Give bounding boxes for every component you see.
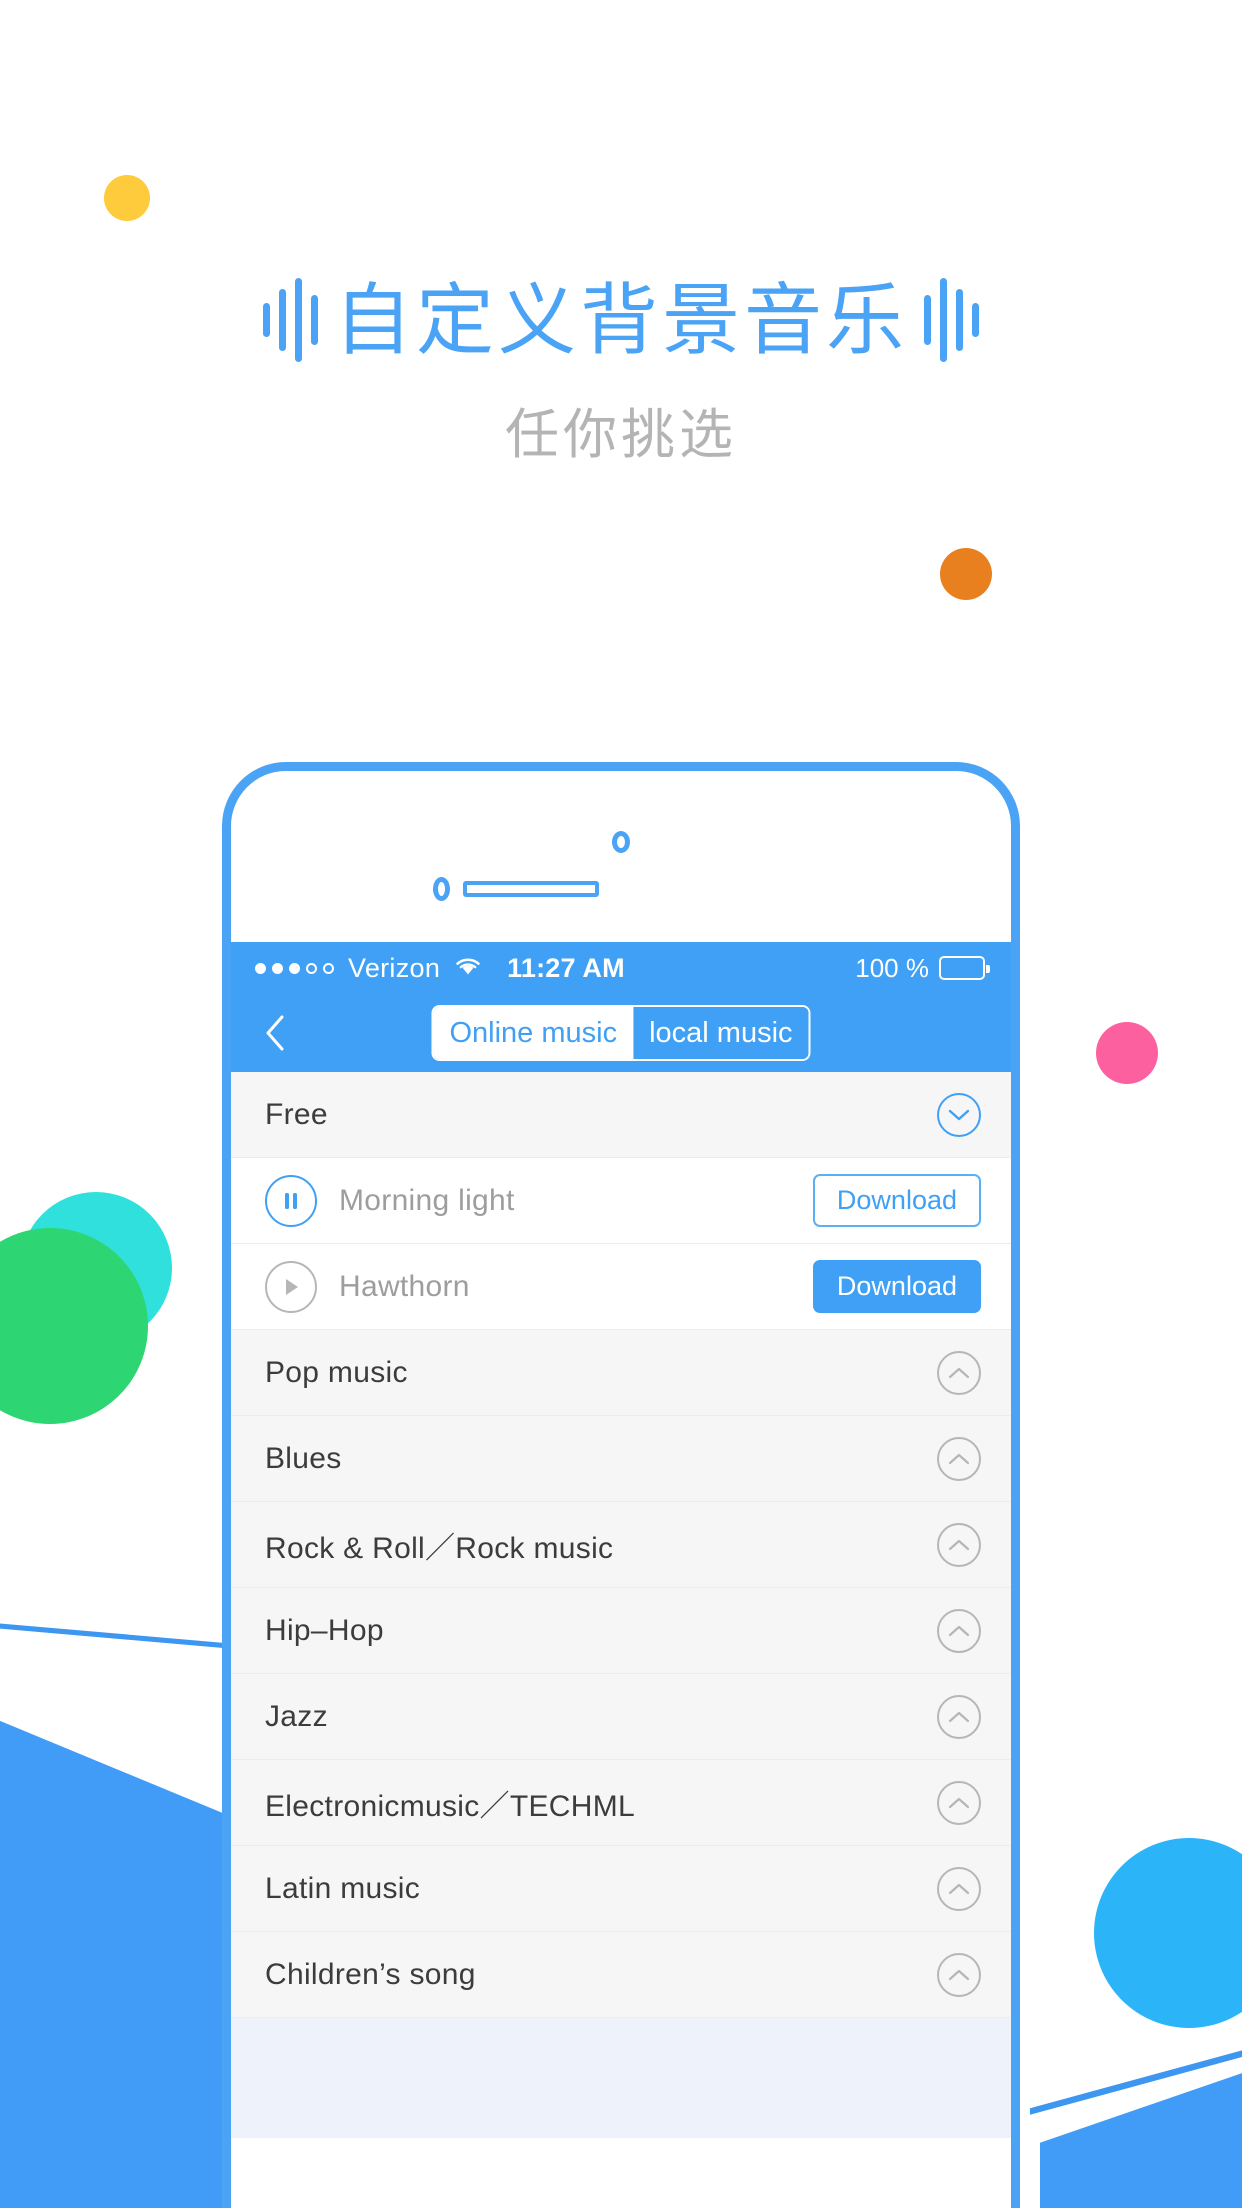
category-label: Electronicmusic／TECHML — [265, 1789, 635, 1823]
category-row[interactable]: Electronicmusic／TECHML — [231, 1760, 1011, 1846]
download-button[interactable]: Download — [812, 1260, 981, 1313]
category-label: Hip–Hop — [265, 1613, 384, 1647]
front-camera-icon — [612, 831, 630, 853]
track-title: Morning light — [339, 1183, 515, 1217]
chevron-up-circle-icon[interactable] — [937, 1350, 981, 1395]
phone-screen: Verizon 11:27 AM 100 % Online music loca… — [231, 942, 1011, 2208]
category-label: Children’s song — [265, 1957, 476, 1991]
pause-circle-icon[interactable] — [265, 1174, 317, 1227]
category-row[interactable]: Latin music — [231, 1846, 1011, 1932]
music-list: Free Morning light Download Hawthorn Dow… — [231, 1072, 1011, 2138]
clock-label: 11:27 AM — [507, 952, 625, 983]
decor-dot-yellow — [104, 175, 150, 221]
category-label: Latin music — [265, 1871, 421, 1905]
wifi-icon — [453, 953, 483, 984]
category-label: Pop music — [265, 1355, 408, 1389]
category-row[interactable]: Jazz — [231, 1674, 1011, 1760]
decor-dot-blue — [1094, 1838, 1242, 2028]
section-header-free[interactable]: Free — [231, 1072, 1011, 1158]
track-title: Hawthorn — [339, 1269, 470, 1303]
category-label: Jazz — [265, 1699, 328, 1733]
category-row[interactable]: Children’s song — [231, 1932, 1011, 2018]
play-circle-icon[interactable] — [265, 1260, 317, 1313]
track-row[interactable]: Morning light Download — [231, 1158, 1011, 1244]
navigation-bar: Online music local music — [231, 994, 1011, 1072]
chevron-up-circle-icon[interactable] — [937, 1436, 981, 1481]
chevron-up-circle-icon[interactable] — [937, 1694, 981, 1739]
category-row[interactable]: Hip–Hop — [231, 1588, 1011, 1674]
decor-band-left — [0, 1704, 260, 2208]
audio-waveform-icon — [262, 278, 318, 362]
promo-screenshot: 自定义背景音乐 任你挑选 Verizon 11:27 AM 100 % Onli… — [0, 0, 1242, 2208]
chevron-left-icon — [266, 1015, 284, 1051]
status-bar: Verizon 11:27 AM 100 % — [231, 942, 1011, 994]
chevron-up-circle-icon[interactable] — [937, 1952, 981, 1997]
back-button[interactable] — [253, 1011, 297, 1055]
decor-band-left-line — [0, 1620, 260, 1652]
signal-strength-icon — [255, 962, 334, 974]
category-row[interactable]: Blues — [231, 1416, 1011, 1502]
category-label: Rock & Roll／Rock music — [265, 1531, 614, 1565]
category-row[interactable]: Pop music — [231, 1330, 1011, 1416]
chevron-up-circle-icon[interactable] — [937, 1866, 981, 1911]
proximity-sensor-icon — [433, 877, 450, 901]
decor-dot-pink — [1096, 1022, 1158, 1084]
chevron-down-circle-icon[interactable] — [937, 1092, 981, 1137]
promo-headline-block: 自定义背景音乐 — [0, 278, 1242, 362]
chevron-up-circle-icon[interactable] — [937, 1780, 981, 1825]
tab-local-music[interactable]: local music — [633, 1007, 809, 1059]
page-title: 自定义背景音乐 — [333, 276, 908, 364]
chevron-up-circle-icon[interactable] — [937, 1522, 981, 1567]
status-right-group: 100 % — [855, 952, 990, 984]
category-row[interactable]: Rock & Roll／Rock music — [231, 1502, 1011, 1588]
music-source-segmented-control[interactable]: Online music local music — [431, 1005, 811, 1061]
tab-online-music[interactable]: Online music — [433, 1007, 634, 1059]
download-button[interactable]: Download — [812, 1174, 981, 1227]
section-header-label: Free — [265, 1097, 328, 1131]
list-footer-spacer — [231, 2018, 1011, 2138]
track-row[interactable]: Hawthorn Download — [231, 1244, 1011, 1330]
audio-waveform-icon — [924, 278, 979, 362]
decor-dot-orange — [940, 548, 992, 600]
chevron-up-circle-icon[interactable] — [937, 1608, 981, 1653]
earpiece-speaker-icon — [463, 881, 599, 897]
page-subtitle: 任你挑选 — [505, 405, 737, 465]
carrier-label: Verizon — [348, 952, 441, 983]
category-label: Blues — [265, 1441, 342, 1475]
phone-mockup: Verizon 11:27 AM 100 % Online music loca… — [222, 762, 1020, 2208]
battery-full-icon — [939, 956, 990, 980]
battery-percent-label: 100 % — [855, 952, 929, 983]
